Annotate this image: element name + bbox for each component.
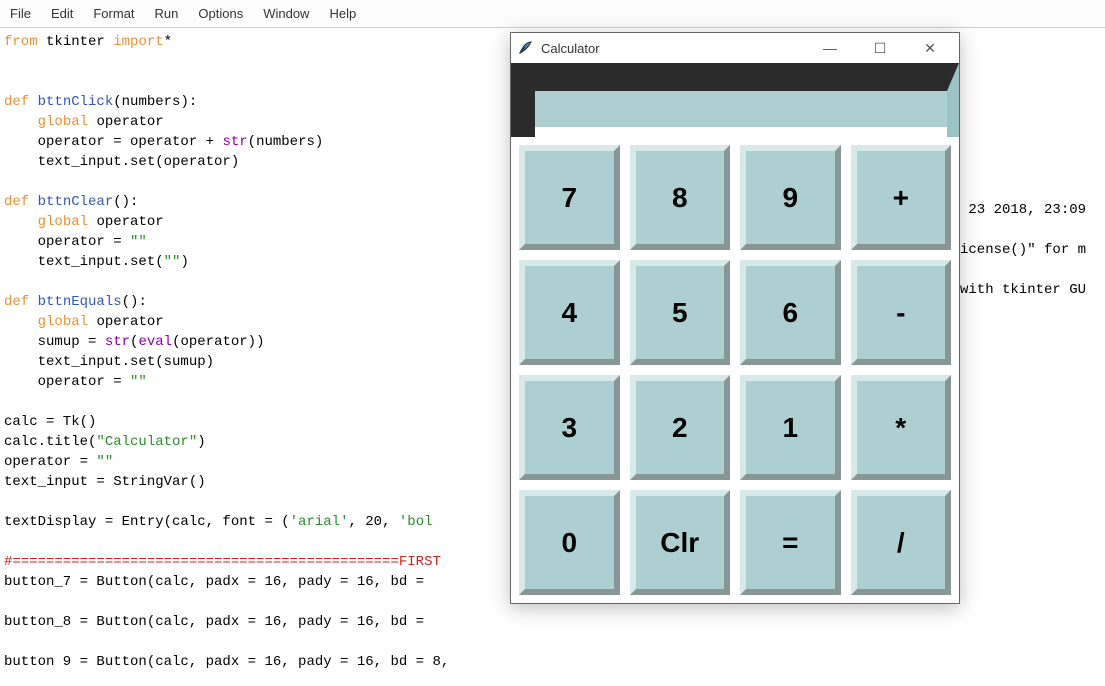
calc-button-0[interactable]: 0: [519, 490, 620, 595]
menu-format[interactable]: Format: [89, 4, 138, 23]
code-token: calc.title(: [4, 434, 96, 450]
menu-bar: File Edit Format Run Options Window Help: [0, 0, 1105, 28]
shell-line: icense()" for m: [960, 242, 1086, 258]
calculator-body: 7 8 9 + 4 5 6 - 3 2 1 * 0 Clr = /: [511, 63, 959, 603]
calc-button-sub[interactable]: -: [851, 260, 952, 365]
calc-button-clr[interactable]: Clr: [630, 490, 731, 595]
code-token: calc = Tk(): [4, 414, 96, 430]
code-token: global: [38, 314, 88, 330]
code-token: operator =: [38, 234, 130, 250]
code-token: "": [96, 454, 113, 470]
menu-options[interactable]: Options: [194, 4, 247, 23]
code-token: , 20,: [348, 514, 398, 530]
calc-button-7[interactable]: 7: [519, 145, 620, 250]
code-token: operator = operator +: [38, 134, 223, 150]
code-token: eval: [138, 334, 172, 350]
calc-button-4[interactable]: 4: [519, 260, 620, 365]
code-token: text_input.set(: [38, 254, 164, 270]
code-token: operator: [96, 114, 163, 130]
calc-button-eq[interactable]: =: [740, 490, 841, 595]
menu-help[interactable]: Help: [325, 4, 360, 23]
calc-button-2[interactable]: 2: [630, 375, 731, 480]
calc-button-5[interactable]: 5: [630, 260, 731, 365]
calc-button-div[interactable]: /: [851, 490, 952, 595]
code-token: bttnClear: [38, 194, 114, 210]
maximize-button[interactable]: ☐: [859, 40, 901, 57]
calc-button-add[interactable]: +: [851, 145, 952, 250]
close-button[interactable]: ✕: [909, 40, 951, 57]
code-token: ): [197, 434, 205, 450]
menu-edit[interactable]: Edit: [47, 4, 77, 23]
shell-output: 23 2018, 23:09 icense()" for m with tkin…: [960, 200, 1086, 300]
feather-icon: [517, 40, 533, 56]
window-titlebar[interactable]: Calculator — ☐ ✕: [511, 33, 959, 63]
code-token: bttnEquals: [38, 294, 122, 310]
menu-run[interactable]: Run: [151, 4, 183, 23]
code-token: operator =: [4, 454, 96, 470]
menu-file[interactable]: File: [6, 4, 35, 23]
code-token: (numbers):: [113, 94, 197, 110]
code-token: button_8 = Button(calc, padx = 16, pady …: [4, 614, 432, 630]
code-token: "": [130, 234, 147, 250]
code-token: text_input.set(sumup): [4, 354, 214, 370]
code-token: str: [105, 334, 130, 350]
code-token: bttnClick: [38, 94, 114, 110]
code-token: "": [164, 254, 181, 270]
calc-button-8[interactable]: 8: [630, 145, 731, 250]
calc-button-9[interactable]: 9: [740, 145, 841, 250]
code-token: 'arial': [290, 514, 349, 530]
code-token: from: [4, 34, 38, 50]
code-token: button 9 = Button(calc, padx = 16, pady …: [4, 654, 449, 670]
code-token: operator =: [38, 374, 130, 390]
code-token: global: [38, 214, 88, 230]
code-token: operator: [96, 214, 163, 230]
code-token: ():: [122, 294, 147, 310]
code-token: "Calculator": [96, 434, 197, 450]
code-token: def: [4, 294, 29, 310]
code-token: tkinter: [46, 34, 105, 50]
code-token: (numbers): [248, 134, 324, 150]
minimize-button[interactable]: —: [809, 40, 851, 56]
code-token: def: [4, 94, 29, 110]
code-token: "": [130, 374, 147, 390]
code-token: button_7 = Button(calc, padx = 16, pady …: [4, 574, 432, 590]
calc-button-1[interactable]: 1: [740, 375, 841, 480]
code-token: 'bol: [399, 514, 433, 530]
code-token: str: [222, 134, 247, 150]
shell-line: with tkinter GU: [960, 282, 1086, 298]
calculator-window: Calculator — ☐ ✕ 7 8 9 + 4 5 6 - 3 2 1 *…: [510, 32, 960, 604]
code-token: textDisplay = Entry(calc, font = (: [4, 514, 290, 530]
calculator-keypad: 7 8 9 + 4 5 6 - 3 2 1 * 0 Clr = /: [511, 137, 959, 603]
shell-line: 23 2018, 23:09: [960, 202, 1086, 218]
code-token: operator: [96, 314, 163, 330]
code-token: text_input = StringVar(): [4, 474, 206, 490]
code-token: sumup =: [38, 334, 105, 350]
code-token: ():: [113, 194, 138, 210]
calc-button-mul[interactable]: *: [851, 375, 952, 480]
code-token: (operator)): [172, 334, 264, 350]
calc-button-3[interactable]: 3: [519, 375, 620, 480]
code-token: def: [4, 194, 29, 210]
code-token: ): [180, 254, 188, 270]
menu-window[interactable]: Window: [259, 4, 313, 23]
code-token: *: [164, 34, 172, 50]
code-token: import: [113, 34, 163, 50]
calc-button-6[interactable]: 6: [740, 260, 841, 365]
code-token: text_input.set(operator): [4, 154, 239, 170]
code-token: global: [38, 114, 88, 130]
window-title: Calculator: [541, 41, 600, 56]
code-token: #=======================================…: [4, 554, 441, 570]
calculator-display[interactable]: [535, 91, 947, 137]
